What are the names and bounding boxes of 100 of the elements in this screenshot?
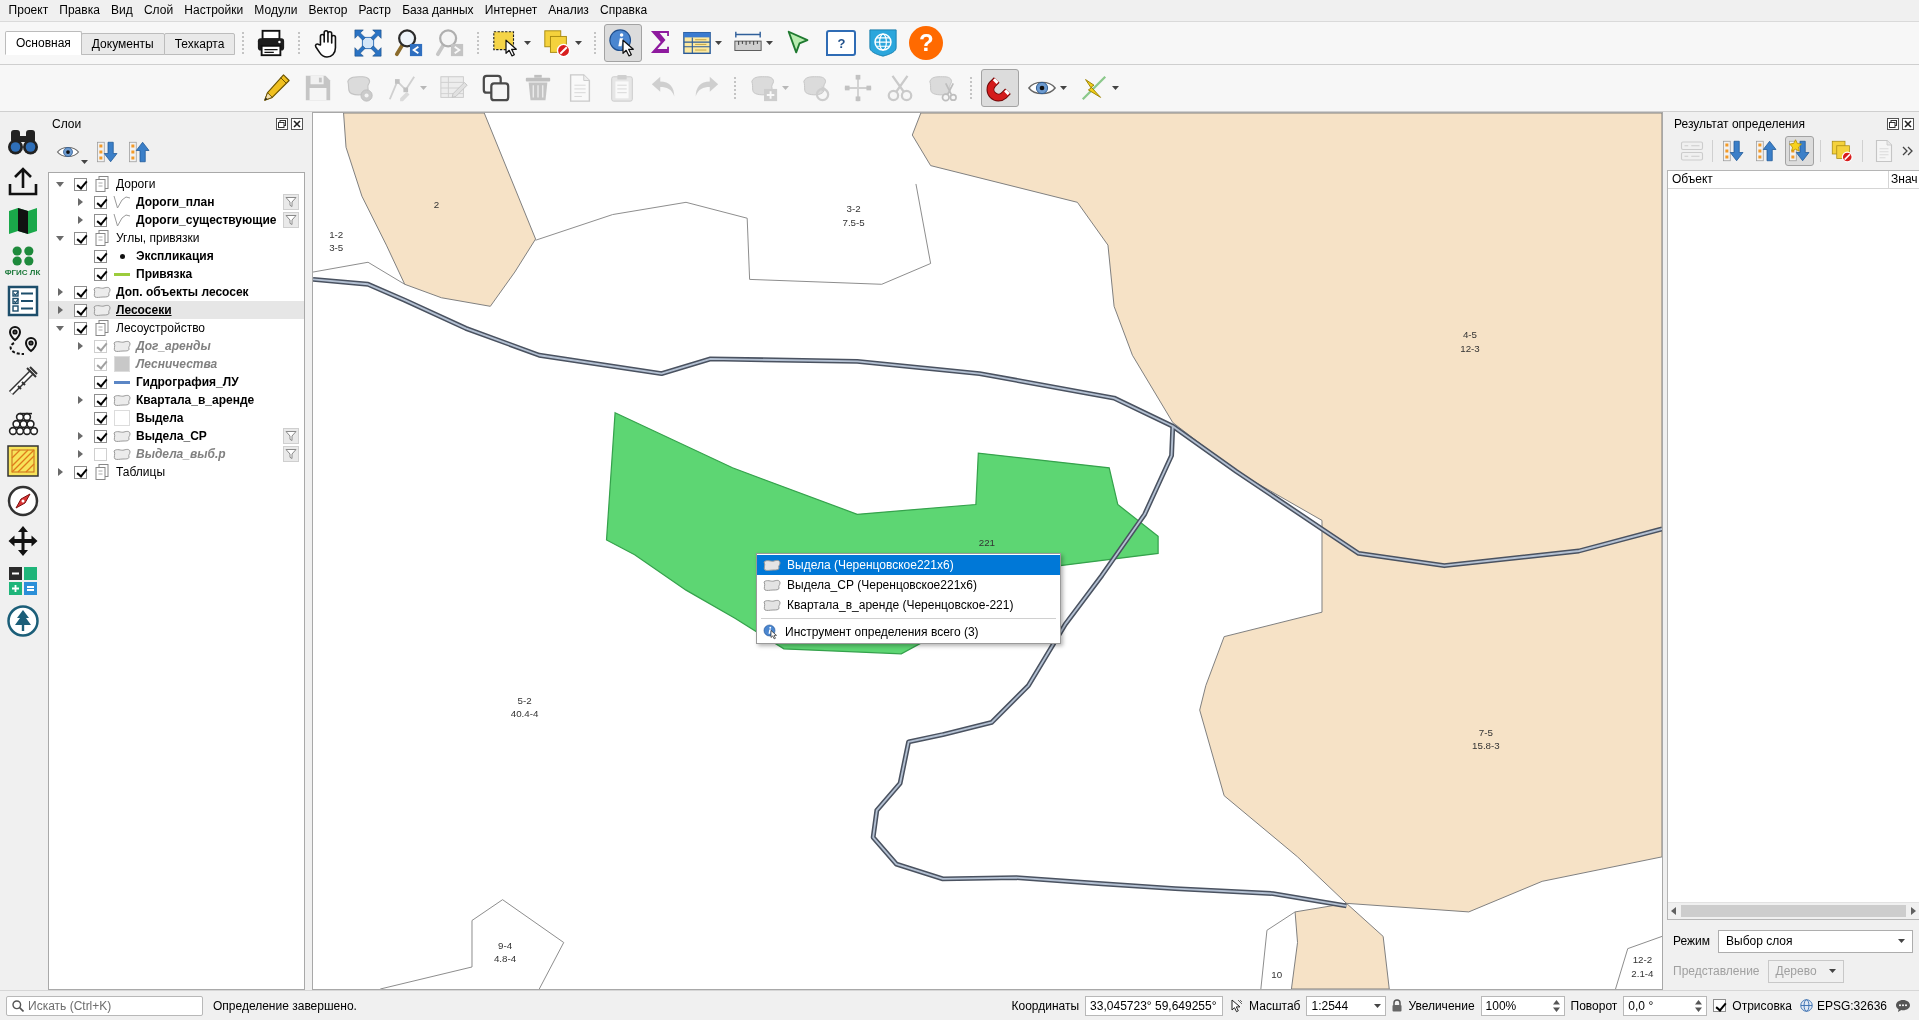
checklist-icon[interactable] bbox=[6, 285, 39, 317]
group-name[interactable]: Углы, привязки bbox=[116, 231, 200, 245]
menu-bar-item[interactable]: Растр bbox=[352, 1, 397, 20]
layer-checkbox[interactable] bbox=[94, 249, 107, 263]
toolbar-button[interactable]: ? bbox=[826, 30, 857, 56]
layer-checkbox[interactable] bbox=[74, 303, 87, 317]
funnel-icon[interactable] bbox=[283, 428, 299, 444]
caret-right-icon[interactable] bbox=[77, 216, 83, 224]
layer-name[interactable]: Гидрография_ЛУ bbox=[136, 375, 239, 389]
tab[interactable]: Документы bbox=[80, 33, 165, 55]
context-menu-item[interactable]: Квартала_в_аренде (Черенцовское-221) bbox=[757, 595, 1060, 615]
render-checkbox[interactable] bbox=[1713, 999, 1727, 1012]
group-name[interactable]: Таблицы bbox=[116, 465, 165, 479]
layer-checkbox[interactable] bbox=[94, 393, 107, 407]
compass-icon[interactable] bbox=[6, 485, 39, 517]
spin-arrows-icon[interactable] bbox=[1552, 999, 1560, 1012]
layer-checkbox[interactable] bbox=[94, 267, 107, 281]
menu-bar-item[interactable]: Анализ bbox=[542, 1, 595, 20]
search-field[interactable]: Искать (Ctrl+K) bbox=[6, 995, 203, 1016]
upload-icon[interactable] bbox=[6, 165, 39, 197]
magnification-spinbox[interactable]: 100% bbox=[1480, 995, 1565, 1016]
toolbar-button[interactable]: Σ bbox=[645, 24, 676, 62]
menu-bar-item[interactable]: Правка bbox=[53, 1, 106, 20]
menu-bar-item[interactable]: Слой bbox=[138, 1, 179, 20]
route-pins-icon[interactable] bbox=[6, 325, 39, 357]
tab[interactable]: Основная bbox=[5, 31, 82, 55]
arrow-right-icon[interactable] bbox=[1911, 907, 1916, 915]
scrollbar-thumb[interactable] bbox=[1681, 905, 1906, 917]
layer-checkbox[interactable] bbox=[94, 429, 107, 443]
menu-bar-item[interactable]: Модули bbox=[248, 1, 303, 20]
double-chevron-icon[interactable] bbox=[1902, 146, 1913, 156]
layer-checkbox[interactable] bbox=[74, 465, 87, 479]
caret-down-icon[interactable] bbox=[56, 181, 64, 187]
chat-bubble-icon[interactable] bbox=[1895, 998, 1911, 1013]
funnel-icon[interactable] bbox=[283, 212, 299, 228]
layer-name[interactable]: Экспликация bbox=[136, 249, 214, 263]
caret-down-icon[interactable] bbox=[56, 325, 64, 331]
context-menu-item[interactable]: Выдела (Черенцовское221x6) bbox=[757, 555, 1060, 575]
cursor-lines-icon[interactable] bbox=[1229, 998, 1244, 1013]
context-menu-item[interactable]: Выдела_СР (Черенцовское221x6) bbox=[757, 575, 1060, 595]
layer-name[interactable]: Дороги_существующие bbox=[136, 213, 277, 227]
menu-bar-item[interactable]: Настройки bbox=[178, 1, 249, 20]
layer-checkbox[interactable] bbox=[74, 321, 87, 335]
four-dots-logo-icon[interactable] bbox=[11, 245, 34, 266]
toolbar-button[interactable] bbox=[981, 69, 1019, 107]
layer-name[interactable]: Доп. объекты лесосек bbox=[116, 285, 249, 299]
layer-checkbox[interactable] bbox=[74, 177, 87, 191]
layer-checkbox[interactable] bbox=[94, 195, 107, 209]
caret-right-icon[interactable] bbox=[57, 306, 63, 314]
caret-down-icon[interactable] bbox=[56, 235, 64, 241]
menu-bar-item[interactable]: Справка bbox=[594, 1, 653, 20]
layer-name[interactable]: Квартала_в_аренде bbox=[136, 393, 255, 407]
window-restore-icon[interactable] bbox=[276, 118, 288, 130]
column-header[interactable]: Объект bbox=[1668, 171, 1889, 188]
layer-checkbox[interactable] bbox=[94, 213, 107, 227]
scale-combo[interactable]: 1:2544 bbox=[1306, 995, 1387, 1016]
lock-icon[interactable] bbox=[1392, 999, 1403, 1012]
caret-right-icon[interactable] bbox=[77, 198, 83, 206]
column-header[interactable]: Знач bbox=[1889, 171, 1919, 188]
coordinates-field[interactable]: 33,045723° 59,649255° bbox=[1085, 995, 1224, 1016]
crs-button[interactable]: EPSG:32636 bbox=[1797, 998, 1889, 1013]
list-arrow-down-icon[interactable] bbox=[96, 140, 120, 164]
list-arrow-up-icon[interactable] bbox=[128, 140, 152, 164]
close-icon[interactable] bbox=[1902, 118, 1914, 130]
layer-name[interactable]: Лесосеки bbox=[116, 303, 172, 317]
window-restore-icon[interactable] bbox=[1887, 118, 1899, 130]
tree-icon[interactable] bbox=[6, 605, 39, 637]
menu-bar-item[interactable]: Проект bbox=[3, 1, 54, 20]
arrow-left-icon[interactable] bbox=[1671, 907, 1676, 915]
menu-bar-item[interactable]: Вид bbox=[105, 1, 139, 20]
layer-checkbox[interactable] bbox=[74, 231, 87, 245]
toolbar-button[interactable] bbox=[604, 24, 643, 62]
layer-name[interactable]: Выдела_СР bbox=[136, 429, 207, 443]
layer-checkbox[interactable] bbox=[94, 375, 107, 389]
menu-bar-item[interactable]: Интернет bbox=[479, 1, 543, 20]
spin-arrows-icon[interactable] bbox=[1695, 999, 1703, 1012]
caret-right-icon[interactable] bbox=[77, 432, 83, 440]
calculator-icon[interactable] bbox=[6, 565, 39, 597]
hatched-square-icon[interactable] bbox=[6, 445, 39, 477]
menu-bar-item[interactable]: Вектор bbox=[302, 1, 353, 20]
caret-right-icon[interactable] bbox=[57, 468, 63, 476]
caliper-icon[interactable] bbox=[6, 365, 39, 397]
move-arrows-icon[interactable] bbox=[6, 525, 39, 557]
rotation-spinbox[interactable]: 0,0 ° bbox=[1623, 995, 1708, 1016]
layer-name[interactable]: Выдела bbox=[136, 411, 184, 425]
menu-bar-item[interactable]: База данных bbox=[396, 1, 480, 20]
mode-combo[interactable]: Выбор слоя bbox=[1718, 929, 1913, 953]
tab[interactable]: Техкарта bbox=[163, 33, 236, 55]
caret-right-icon[interactable] bbox=[77, 396, 83, 404]
close-icon[interactable] bbox=[291, 118, 303, 130]
folded-map-icon[interactable] bbox=[6, 205, 39, 237]
group-name[interactable]: Лесоустройство bbox=[116, 321, 206, 335]
layer-checkbox[interactable] bbox=[74, 285, 87, 299]
layer-name[interactable]: Привязка bbox=[136, 267, 193, 281]
context-menu-item[interactable]: Инструмент определения всего (3) bbox=[757, 622, 1060, 642]
horizontal-scrollbar[interactable] bbox=[1668, 902, 1919, 919]
funnel-icon[interactable] bbox=[283, 194, 299, 210]
layer-name[interactable]: Дороги_план bbox=[136, 195, 215, 209]
layer-checkbox[interactable] bbox=[94, 411, 107, 425]
caret-right-icon[interactable] bbox=[57, 288, 63, 296]
